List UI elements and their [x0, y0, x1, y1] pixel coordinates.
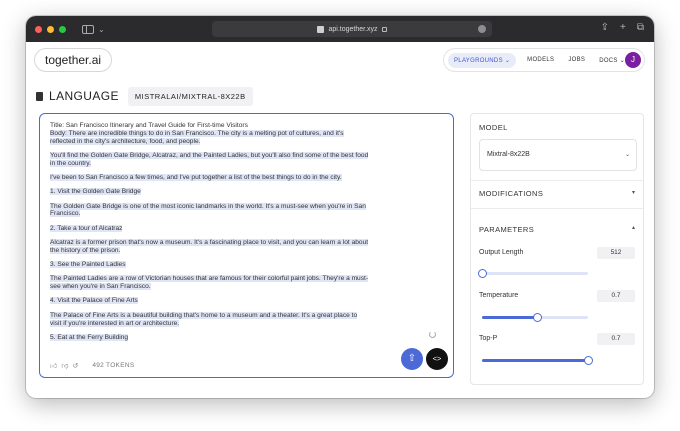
output-length-label: Output Length — [479, 249, 524, 256]
prompt-paragraph: 1. Visit the Golden Gate Bridge — [50, 188, 370, 196]
prompt-paragraph: I've been to San Francisco a few times, … — [50, 173, 370, 182]
browser-actions: ⇪ + ⧉ — [601, 22, 644, 34]
prompt-paragraph: 2. Take a tour of Alcatraz — [50, 224, 370, 233]
prompt-line: 3. See the Painted Ladies — [50, 261, 126, 269]
maximize-window-button[interactable] — [59, 25, 66, 33]
share-icon[interactable]: ⇪ — [601, 22, 609, 34]
window-controls — [35, 25, 66, 33]
title-row: LANGUAGE MISTRALAI/MIXTRAL-8X22B — [36, 86, 253, 106]
prompt-line: You'll find the Golden Gate Bridge, Alca… — [50, 151, 369, 167]
prompt-paragraph: The Golden Gate Bridge is one of the mos… — [50, 202, 370, 219]
top-p-label: Top-P — [479, 335, 498, 342]
prompt-paragraph: 3. See the Painted Ladies — [50, 261, 370, 269]
top-p-slider[interactable] — [482, 355, 593, 365]
loading-spinner-icon — [429, 331, 436, 338]
nav-models[interactable]: MODELS — [527, 57, 554, 63]
slider-fill — [482, 359, 588, 362]
prompt-line: 5. Eat at the Ferry Building — [50, 333, 129, 341]
modifications-section-label[interactable]: MODIFICATIONS — [479, 189, 543, 198]
prompt-line: The Painted Ladies are a row of Victoria… — [50, 275, 369, 291]
divider — [471, 208, 643, 209]
prompt-line: 1. Visit the Golden Gate Bridge — [50, 188, 141, 196]
prompt-paragraph: The Palace of Fine Arts is a beautiful b… — [50, 311, 370, 328]
chevron-down-icon[interactable]: ⌄ — [98, 25, 105, 34]
prompt-line: Alcatraz is a former prison that's now a… — [50, 238, 369, 254]
tab-overview-icon[interactable]: ⧉ — [637, 22, 644, 34]
prompt-paragraph: The Painted Ladies are a row of Victoria… — [50, 275, 370, 291]
prompt-paragraph: 5. Eat at the Ferry Building — [50, 333, 370, 342]
model-select-value: Mixtral-8x22B — [487, 151, 530, 158]
prompt-line: The Golden Gate Bridge is one of the mos… — [50, 202, 366, 218]
nav-jobs[interactable]: JOBS — [568, 57, 585, 63]
browser-toolbar: ⌄ api.together.xyz ⇪ + ⧉ — [26, 16, 654, 42]
address-bar[interactable]: api.together.xyz — [212, 21, 492, 37]
new-tab-icon[interactable]: + — [620, 22, 626, 34]
view-code-button[interactable]: <> — [426, 348, 448, 370]
prompt-paragraph: Alcatraz is a former prison that's now a… — [50, 238, 370, 255]
site-favicon-icon — [317, 25, 325, 33]
submit-button[interactable]: ⇧ — [401, 348, 423, 370]
app-header: together.ai PLAYGROUNDS ⌄ MODELS JOBS DO… — [26, 42, 654, 78]
slider-thumb[interactable] — [477, 268, 487, 278]
url-text: api.together.xyz — [328, 25, 378, 33]
avatar[interactable]: J — [625, 52, 641, 68]
chevron-down-icon: ⌄ — [624, 152, 630, 158]
output-length-slider[interactable] — [477, 268, 588, 278]
document-icon — [36, 91, 43, 101]
sidebar-toggle-icon[interactable] — [82, 24, 94, 34]
model-badge: MISTRALAI/MIXTRAL-8X22B — [127, 86, 253, 106]
prompt-footer: 👍︎ 👎︎ ↺ 492 TOKENS — [50, 361, 134, 370]
thumbs-up-icon[interactable]: 👍︎ — [50, 361, 57, 370]
prompt-paragraph: You'll find the Golden Gate Bridge, Alca… — [50, 151, 370, 168]
more-options-icon[interactable] — [478, 25, 486, 33]
prompt-line: I've been to San Francisco a few times, … — [50, 173, 342, 181]
settings-panel: MODEL Mixtral-8x22B ⌄ MODIFICATIONS ▾ PA… — [470, 113, 644, 385]
close-window-button[interactable] — [35, 25, 42, 33]
thumbs-down-icon[interactable]: 👎︎ — [61, 361, 68, 370]
top-p-value[interactable]: 0.7 — [597, 333, 635, 345]
logo[interactable]: together.ai — [34, 48, 113, 72]
reset-icon[interactable]: ↺ — [72, 362, 78, 370]
prompt-text[interactable]: Title: San Francisco Itinerary and Trave… — [50, 122, 370, 348]
prompt-line: The Palace of Fine Arts is a beautiful b… — [50, 311, 358, 327]
prompt-editor[interactable]: Title: San Francisco Itinerary and Trave… — [39, 113, 454, 378]
chevron-down-icon[interactable]: ▾ — [632, 189, 635, 196]
prompt-paragraph: 4. Visit the Palace of Fine Arts — [50, 297, 370, 305]
prompt-line: 4. Visit the Palace of Fine Arts — [50, 297, 138, 305]
slider-thumb[interactable] — [583, 355, 593, 365]
prompt-line: 2. Take a tour of Alcatraz — [50, 224, 123, 232]
output-length-value[interactable]: 512 — [597, 247, 635, 259]
lock-icon — [381, 26, 387, 32]
model-section-label: MODEL — [479, 123, 508, 132]
parameters-section-label[interactable]: PARAMETERS — [479, 225, 534, 234]
token-count: 492 TOKENS — [92, 362, 135, 369]
nav-docs[interactable]: DOCS ⌄ — [599, 57, 625, 64]
slider-fill — [482, 316, 538, 319]
prompt-line: Body: There are incredible things to do … — [50, 129, 344, 145]
slider-thumb[interactable] — [532, 312, 542, 322]
temperature-slider[interactable] — [482, 312, 588, 322]
chevron-up-icon[interactable]: ▴ — [632, 224, 635, 231]
prompt-paragraph: Title: San Francisco Itinerary and Trave… — [50, 122, 370, 145]
temperature-value[interactable]: 0.7 — [597, 290, 635, 302]
minimize-window-button[interactable] — [47, 25, 54, 33]
prompt-line: Title: San Francisco Itinerary and Trave… — [50, 122, 248, 129]
divider — [471, 180, 643, 181]
model-select[interactable]: Mixtral-8x22B ⌄ — [479, 139, 637, 171]
top-nav: PLAYGROUNDS ⌄ MODELS JOBS DOCS ⌄ J — [443, 48, 645, 72]
nav-playgrounds[interactable]: PLAYGROUNDS ⌄ — [448, 52, 517, 68]
page-title: LANGUAGE — [49, 89, 119, 103]
temperature-label: Temperature — [479, 292, 519, 299]
